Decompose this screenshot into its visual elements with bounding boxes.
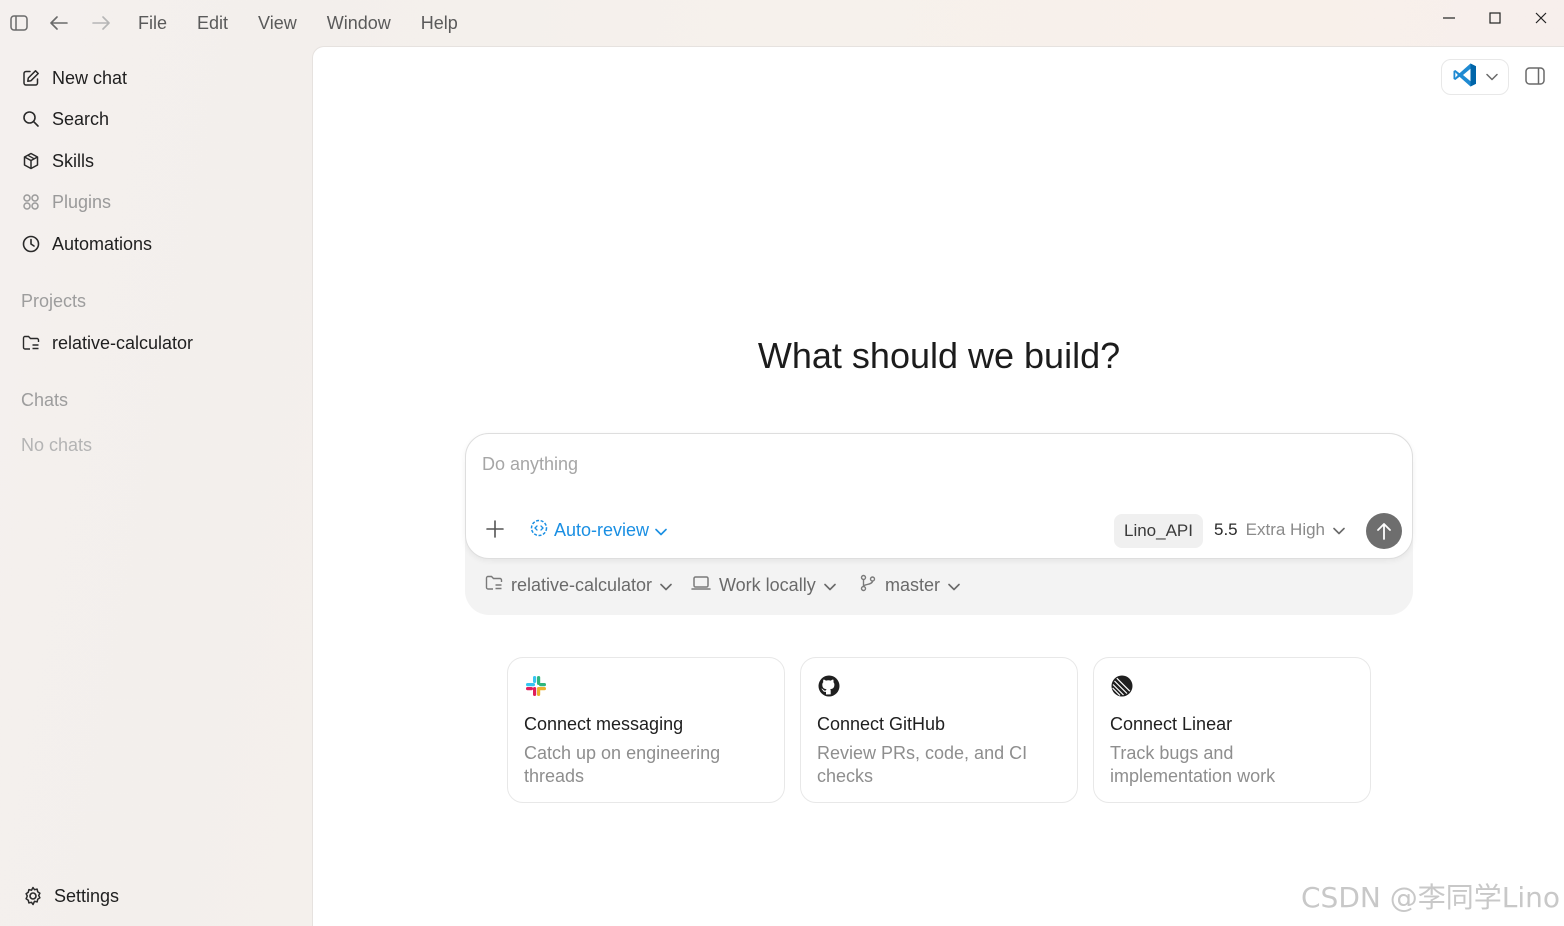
sidebar-item-new-chat[interactable]: New chat (20, 63, 127, 93)
main-panel: What should we build? Auto-review Lino_A… (312, 46, 1564, 926)
github-icon (817, 674, 841, 698)
clock-icon (20, 233, 42, 255)
card-description: Review PRs, code, and CI checks (817, 743, 1028, 786)
settings-button[interactable]: Settings (22, 881, 119, 911)
folder-icon (485, 574, 503, 597)
connect-github-card[interactable]: Connect GitHub Review PRs, code, and CI … (800, 657, 1078, 803)
laptop-icon (691, 575, 711, 596)
grid-icon (20, 191, 42, 213)
chevron-down-icon (655, 520, 667, 541)
composer-container: Auto-review Lino_API 5.5 Extra High (465, 433, 1413, 615)
no-chats-text: No chats (21, 435, 93, 455)
chevron-down-icon (948, 575, 960, 596)
chevron-down-icon (823, 575, 836, 596)
composer: Auto-review Lino_API 5.5 Extra High (465, 433, 1413, 559)
card-description: Track bugs and implementation work (1110, 743, 1276, 786)
slack-icon (524, 674, 548, 698)
prompt-input[interactable] (482, 450, 1382, 478)
minimize-icon[interactable] (1434, 8, 1464, 28)
chevron-down-icon (660, 575, 672, 596)
sidebar-item-skills[interactable]: Skills (20, 146, 94, 176)
gear-icon (22, 885, 44, 907)
maximize-icon[interactable] (1480, 8, 1510, 28)
projects-heading: Projects (21, 291, 87, 311)
watermark: CSDN @李同学Lino (1301, 881, 1560, 914)
branch-selector[interactable]: master (859, 573, 960, 597)
card-title: Connect GitHub (817, 714, 946, 734)
sidebar: New chat Search Skills Plugins Automatio… (0, 46, 312, 926)
edit-icon (20, 67, 42, 89)
send-button[interactable] (1366, 513, 1402, 549)
cube-icon (20, 150, 42, 172)
card-title: Connect messaging (524, 714, 684, 734)
add-attachment-button[interactable] (484, 518, 506, 540)
menu-edit[interactable]: Edit (197, 12, 228, 34)
chats-heading: Chats (21, 390, 69, 410)
card-title: Connect Linear (1110, 714, 1233, 734)
sidebar-item-automations[interactable]: Automations (20, 229, 152, 259)
menu-file[interactable]: File (138, 12, 167, 34)
chevron-down-icon (1333, 520, 1345, 540)
sidebar-toggle-icon[interactable] (8, 12, 30, 34)
connect-linear-card[interactable]: Connect Linear Track bugs and implementa… (1093, 657, 1371, 803)
sidebar-item-search[interactable]: Search (20, 104, 109, 134)
model-selector[interactable]: 5.5 Extra High (1214, 518, 1345, 542)
sidebar-item-plugins[interactable]: Plugins (20, 187, 111, 217)
shield-code-icon (530, 519, 548, 542)
search-icon (20, 108, 42, 130)
forward-arrow-icon[interactable] (90, 12, 112, 34)
vscode-icon (1452, 62, 1478, 93)
menu-help[interactable]: Help (421, 12, 458, 34)
api-profile-chip[interactable]: Lino_API (1114, 514, 1203, 548)
panel-toggle-icon[interactable] (1525, 67, 1547, 89)
card-description: Catch up on engineering threads (524, 743, 721, 786)
arrow-up-icon (1377, 523, 1391, 540)
ide-picker[interactable] (1441, 59, 1509, 95)
close-icon[interactable] (1526, 8, 1556, 28)
menu-window[interactable]: Window (327, 12, 391, 34)
menu-bar: File Edit View Window Help (138, 12, 488, 34)
chevron-down-icon (1486, 68, 1498, 86)
back-arrow-icon[interactable] (48, 12, 70, 34)
location-selector[interactable]: Work locally (691, 573, 836, 597)
project-selector[interactable]: relative-calculator (485, 573, 672, 597)
auto-review-dropdown[interactable]: Auto-review (530, 518, 667, 542)
git-branch-icon (859, 574, 877, 597)
page-title: What should we build? (757, 335, 1121, 376)
plus-icon (486, 520, 504, 538)
folder-icon (20, 332, 42, 354)
connect-messaging-card[interactable]: Connect messaging Catch up on engineerin… (507, 657, 785, 803)
sidebar-item-project[interactable]: relative-calculator (20, 328, 193, 358)
title-bar: File Edit View Window Help (0, 0, 1564, 46)
menu-view[interactable]: View (258, 12, 297, 34)
linear-icon (1110, 674, 1134, 698)
